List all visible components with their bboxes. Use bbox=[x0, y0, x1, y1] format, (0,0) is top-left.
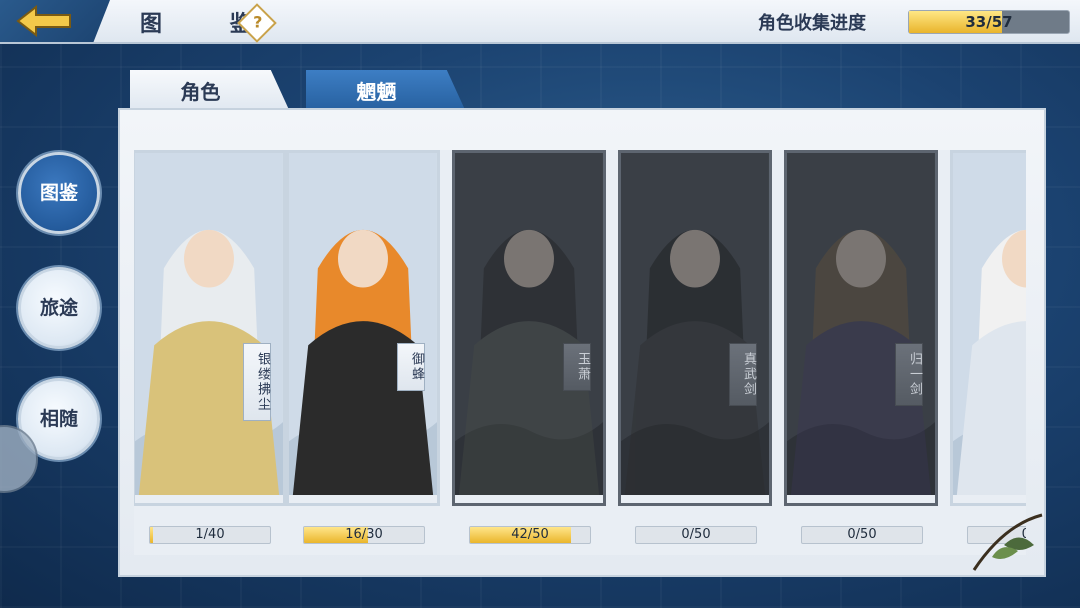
sidebar-item-journey[interactable]: 旅途 bbox=[18, 267, 100, 349]
character-portrait bbox=[621, 153, 769, 496]
character-card[interactable]: 归一剑 bbox=[784, 150, 938, 506]
character-card[interactable]: 银缕拂尘 bbox=[134, 150, 286, 506]
collection-progress-text: 33/57 bbox=[965, 13, 1013, 31]
back-button[interactable] bbox=[0, 0, 110, 42]
character-nameplate: 真武剑 bbox=[729, 343, 757, 406]
card-progress-bar: 42/50 bbox=[469, 526, 591, 544]
sidebar-item-label: 图鉴 bbox=[39, 182, 78, 204]
character-portrait bbox=[787, 153, 935, 496]
character-card[interactable] bbox=[950, 150, 1026, 506]
character-card[interactable]: 真武剑 bbox=[618, 150, 772, 506]
card-progress-bar: 0/50 bbox=[635, 526, 757, 544]
card-progress-text: 1/40 bbox=[195, 527, 225, 542]
collection-progress-label: 角色收集进度 bbox=[758, 13, 866, 34]
character-portrait bbox=[455, 153, 603, 496]
card-progress-bar: 16/30 bbox=[303, 526, 425, 544]
character-nameplate: 归一剑 bbox=[895, 343, 923, 406]
card-progress-text: 42/50 bbox=[511, 527, 549, 542]
card-progress-text: 0/50 bbox=[681, 527, 711, 542]
character-portrait bbox=[953, 153, 1026, 496]
card-carousel[interactable]: 银缕拂尘 1/40 御蜂 16/30 玉萧 42/50 真武剑 0/50 归一剑… bbox=[134, 150, 1026, 555]
character-portrait bbox=[289, 153, 437, 496]
character-nameplate: 银缕拂尘 bbox=[243, 343, 271, 421]
character-nameplate: 玉萧 bbox=[563, 343, 591, 391]
help-icon-label: ? bbox=[253, 12, 263, 32]
top-bar: 图 鉴 ? 角色收集进度 33/57 bbox=[0, 0, 1080, 44]
collection-panel: 银缕拂尘 1/40 御蜂 16/30 玉萧 42/50 真武剑 0/50 归一剑… bbox=[118, 108, 1046, 577]
card-progress-text: 0/50 bbox=[847, 527, 877, 542]
tab-spirits[interactable]: 魍魉 bbox=[306, 70, 466, 112]
card-progress-bar: 0/50 bbox=[801, 526, 923, 544]
character-portrait bbox=[135, 153, 283, 496]
character-card[interactable]: 御蜂 bbox=[286, 150, 440, 506]
sidebar-item-collection[interactable]: 图鉴 bbox=[18, 152, 100, 234]
leaf-ornament-icon bbox=[972, 513, 1043, 571]
tab-characters[interactable]: 角色 bbox=[130, 70, 290, 112]
character-nameplate: 御蜂 bbox=[397, 343, 425, 391]
card-progress-bar: 1/40 bbox=[149, 526, 271, 544]
card-progress-text: 16/30 bbox=[345, 527, 383, 542]
character-card[interactable]: 玉萧 bbox=[452, 150, 606, 506]
collection-progress-bar: 33/57 bbox=[908, 10, 1070, 34]
sidebar-item-label: 旅途 bbox=[39, 297, 78, 319]
back-arrow-icon bbox=[16, 5, 71, 37]
